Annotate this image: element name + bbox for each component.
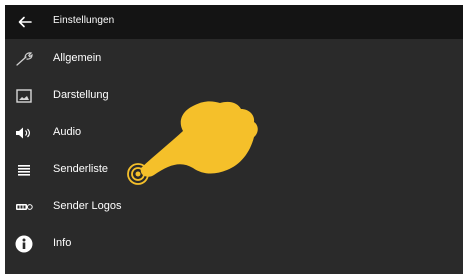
settings-screen: Einstellungen Allgemein Darstellung Audi… — [5, 5, 463, 274]
arrow-left-icon — [18, 16, 32, 28]
menu-item-label: Sender Logos — [53, 200, 122, 212]
menu-item-audio[interactable]: Audio — [5, 115, 463, 152]
menu-item-label: Allgemein — [53, 52, 102, 64]
menu-item-label: Info — [53, 237, 72, 249]
back-button[interactable] — [11, 9, 39, 35]
menu-item-allgemein[interactable]: Allgemein — [5, 41, 463, 78]
app-header: Einstellungen — [5, 5, 463, 39]
page-title: Einstellungen — [53, 15, 115, 26]
menu-item-label: Senderliste — [53, 163, 109, 175]
menu-item-darstellung[interactable]: Darstellung — [5, 78, 463, 115]
logo-badge-icon — [13, 197, 35, 217]
settings-menu: Allgemein Darstellung Audio Senderliste … — [5, 41, 463, 263]
wrench-icon — [13, 49, 35, 69]
menu-item-label: Audio — [53, 126, 82, 138]
menu-item-label: Darstellung — [53, 89, 109, 101]
list-icon — [13, 160, 35, 180]
menu-item-senderliste[interactable]: Senderliste — [5, 152, 463, 189]
menu-item-sender-logos[interactable]: Sender Logos — [5, 189, 463, 226]
image-icon — [13, 86, 35, 106]
info-icon — [13, 234, 35, 254]
speaker-icon — [13, 123, 35, 143]
menu-item-info[interactable]: Info — [5, 226, 463, 263]
